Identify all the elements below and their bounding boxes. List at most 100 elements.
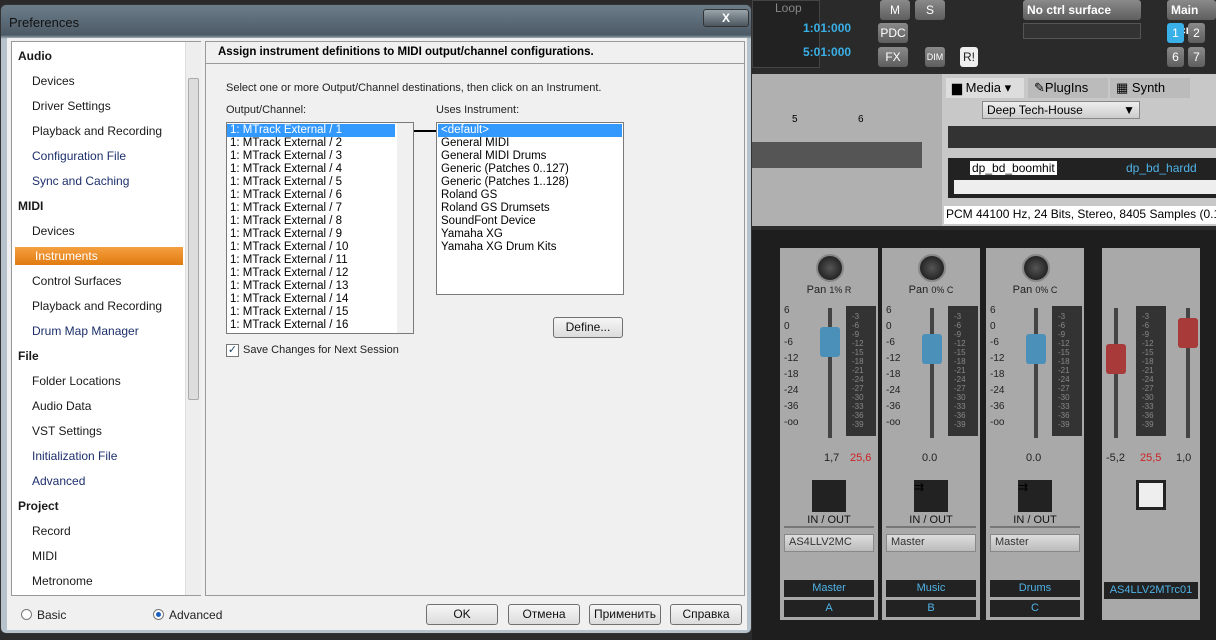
output-select[interactable]: Master xyxy=(990,534,1080,552)
track-name[interactable]: Drums xyxy=(990,580,1080,597)
ctrl-surface-select[interactable]: No ctrl surface xyxy=(1023,0,1141,20)
list-item[interactable]: Roland GS xyxy=(438,189,622,202)
list-item[interactable]: 1: MTrack External / 14 xyxy=(227,293,395,306)
file-item[interactable]: dp_bd_boomhit xyxy=(970,161,1057,175)
route-icon[interactable]: ⇉ xyxy=(1018,480,1052,512)
list-item[interactable]: 1: MTrack External / 1 xyxy=(227,124,395,137)
screenset-1[interactable]: 1 xyxy=(1167,23,1184,43)
track-letter[interactable]: C xyxy=(990,600,1080,617)
fx-button[interactable]: FX xyxy=(878,47,908,67)
screenset-2[interactable]: 2 xyxy=(1188,23,1205,43)
list-item[interactable]: 1: MTrack External / 7 xyxy=(227,202,395,215)
tree-item-instruments[interactable]: Instruments xyxy=(15,247,183,265)
loop-end[interactable]: 5:01:000 xyxy=(803,45,851,59)
output-select[interactable]: AS4LLV2MC xyxy=(784,534,874,552)
list-item[interactable]: 1: MTrack External / 4 xyxy=(227,163,395,176)
tree-item-devices[interactable]: Devices xyxy=(32,72,75,90)
left-fader[interactable] xyxy=(1106,344,1126,374)
list-item[interactable]: General MIDI Drums xyxy=(438,150,622,163)
list-item[interactable]: 1: MTrack External / 16 xyxy=(227,319,395,332)
list-item[interactable]: 1: MTrack External / 3 xyxy=(227,150,395,163)
right-fader[interactable] xyxy=(1178,318,1198,348)
apply-button[interactable]: Применить xyxy=(589,604,661,625)
pan-knob[interactable] xyxy=(918,254,946,282)
list-item[interactable]: 1: MTrack External / 2 xyxy=(227,137,395,150)
list-item[interactable]: Yamaha XG Drum Kits xyxy=(438,241,622,254)
tree-item-folder-locations[interactable]: Folder Locations xyxy=(32,372,121,390)
track-name[interactable]: Music xyxy=(886,580,976,597)
tree-item-audio-data[interactable]: Audio Data xyxy=(32,397,91,415)
screenset-7[interactable]: 7 xyxy=(1188,47,1205,67)
basic-radio[interactable] xyxy=(21,609,32,620)
volume-fader[interactable] xyxy=(820,326,840,357)
loop-start[interactable]: 1:01:000 xyxy=(803,21,851,35)
list-item[interactable]: Yamaha XG xyxy=(438,228,622,241)
scroll-thumb[interactable] xyxy=(188,78,199,400)
tree-item-advanced[interactable]: Advanced xyxy=(32,472,85,490)
tree-item-playback-and-recording[interactable]: Playback and Recording xyxy=(32,122,162,140)
close-button[interactable]: X xyxy=(703,9,749,27)
volume-fader[interactable] xyxy=(1026,334,1046,365)
pdc-button[interactable]: PDC xyxy=(878,23,908,43)
list-item[interactable]: 1: MTrack External / 9 xyxy=(227,228,395,241)
list-item[interactable]: 1: MTrack External / 6 xyxy=(227,189,395,202)
output-select[interactable]: Master xyxy=(886,534,976,552)
track-letter[interactable]: B xyxy=(886,600,976,617)
instrument-list[interactable]: <default> General MIDI General MIDI Drums G… xyxy=(436,122,624,295)
pan-knob[interactable] xyxy=(1022,254,1050,282)
mute-button[interactable]: M xyxy=(880,0,910,20)
speaker-icon[interactable] xyxy=(1136,480,1166,510)
tab-media[interactable]: ▆ Media ▾ xyxy=(946,78,1024,98)
tree-item-record[interactable]: Record xyxy=(32,522,71,540)
list-item[interactable]: Generic (Patches 0..127) xyxy=(438,163,622,176)
output-list-scrollbar[interactable] xyxy=(397,123,413,333)
read-enable-button[interactable]: R! xyxy=(960,47,978,67)
list-item[interactable]: 1: MTrack External / 11 xyxy=(227,254,395,267)
tree-item-driver-settings[interactable]: Driver Settings xyxy=(32,97,111,115)
list-item[interactable]: SoundFont Device xyxy=(438,215,622,228)
output-channel-list[interactable]: 1: MTrack External / 1 1: MTrack External… xyxy=(226,122,414,334)
tree-scrollbar[interactable] xyxy=(185,42,201,595)
tree-item-playback-and-recording[interactable]: Playback and Recording xyxy=(32,297,162,315)
solo-button[interactable]: S xyxy=(915,0,945,20)
tab-plugins[interactable]: ✎PlugIns xyxy=(1028,78,1108,98)
route-icon[interactable]: ⇉ xyxy=(914,480,948,512)
track-name[interactable]: AS4LLV2MTrc01 xyxy=(1104,582,1198,599)
advanced-radio[interactable] xyxy=(153,609,164,620)
track-name[interactable]: Master xyxy=(784,580,874,597)
list-item[interactable]: Roland GS Drumsets xyxy=(438,202,622,215)
tree-item-vst-settings[interactable]: VST Settings xyxy=(32,422,102,440)
list-item[interactable]: 1: MTrack External / 12 xyxy=(227,267,395,280)
file-item[interactable]: dp_bd_hardd xyxy=(1126,161,1197,175)
clip[interactable] xyxy=(752,142,922,168)
help-button[interactable]: Справка xyxy=(670,604,742,625)
list-item[interactable]: 1: MTrack External / 13 xyxy=(227,280,395,293)
screenset-6[interactable]: 6 xyxy=(1167,47,1184,67)
tree-item-initialization-file[interactable]: Initialization File xyxy=(32,447,117,465)
cancel-button[interactable]: Отмена xyxy=(508,604,580,625)
tree-item-devices[interactable]: Devices xyxy=(32,222,75,240)
tree-item-configuration-file[interactable]: Configuration File xyxy=(32,147,126,165)
file-list-scrollbar[interactable] xyxy=(954,180,1216,194)
pan-knob[interactable] xyxy=(816,254,844,282)
list-item[interactable]: 1: MTrack External / 8 xyxy=(227,215,395,228)
ok-button[interactable]: OK xyxy=(426,604,498,625)
tree-item-sync-and-caching[interactable]: Sync and Caching xyxy=(32,172,129,190)
route-icon[interactable] xyxy=(812,480,846,512)
browser-search[interactable] xyxy=(948,126,1216,148)
content-location-select[interactable]: Deep Tech-House ▼ xyxy=(982,101,1140,119)
list-item[interactable]: <default> xyxy=(438,124,622,137)
tree-item-metronome[interactable]: Metronome xyxy=(32,572,93,590)
list-item[interactable]: 1: MTrack External / 10 xyxy=(227,241,395,254)
list-item[interactable]: 1: MTrack External / 15 xyxy=(227,306,395,319)
tab-synth[interactable]: ▦ Synth xyxy=(1110,78,1190,98)
tree-item-drum-map-manager[interactable]: Drum Map Manager xyxy=(32,322,139,340)
volume-fader[interactable] xyxy=(922,334,942,365)
list-item[interactable]: General MIDI xyxy=(438,137,622,150)
define-button[interactable]: Define... xyxy=(553,317,623,338)
tree-item-control-surfaces[interactable]: Control Surfaces xyxy=(32,272,121,290)
save-changes-checkbox[interactable]: ✓ xyxy=(226,344,239,357)
dim-button[interactable]: DIM xyxy=(925,47,945,67)
tree-item-midi[interactable]: MIDI xyxy=(32,547,57,565)
list-item[interactable]: 1: MTrack External / 5 xyxy=(227,176,395,189)
